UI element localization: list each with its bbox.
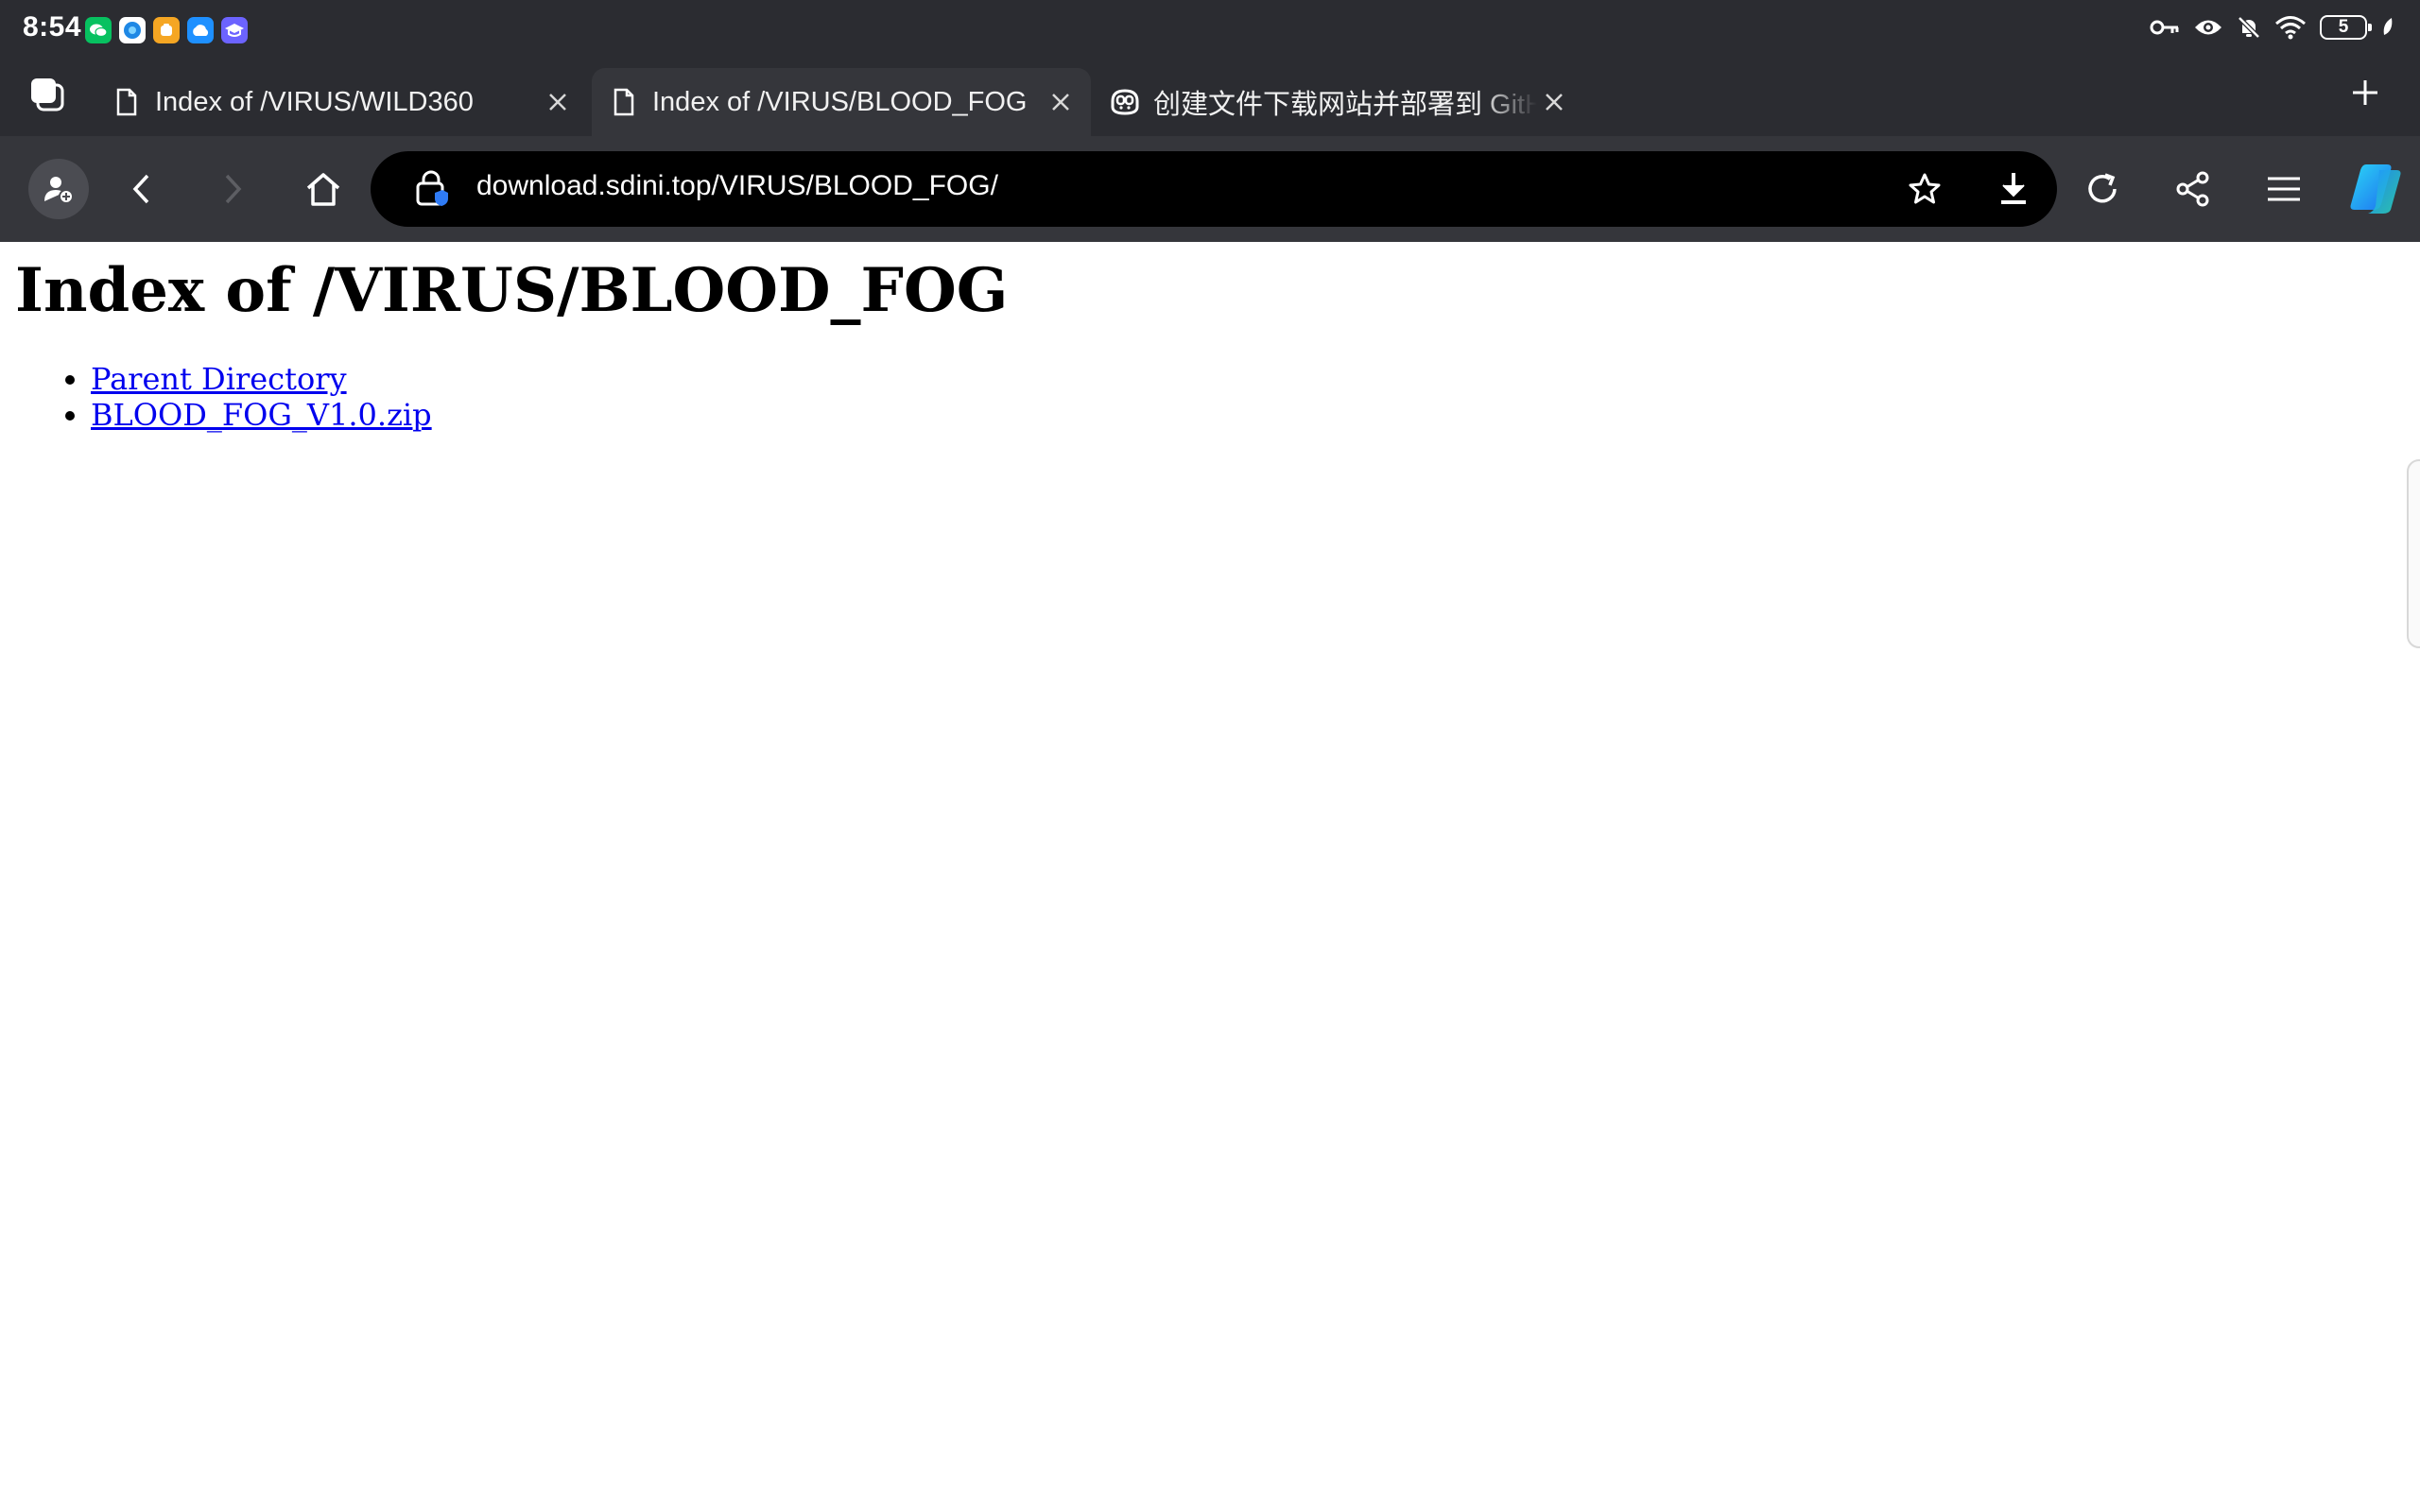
chevron-left-icon [132,174,149,204]
tab-title: 创建文件下载网站并部署到 GitHub [1153,90,1537,120]
tab-title: Index of /VIRUS/BLOOD_FOG [652,86,1028,117]
list-item: BLOOD_FOG_V1.0.zip [91,397,432,433]
mute-bell-icon [2238,16,2260,39]
tab-blood-fog[interactable]: Index of /VIRUS/BLOOD_FOG [592,68,1091,136]
close-icon [1546,94,1563,111]
refresh-icon [2088,173,2117,203]
hamburger-menu-icon [2268,177,2300,201]
new-tab-button[interactable] [2342,70,2388,115]
education-app-icon [221,17,248,43]
eye-comfort-icon [2195,20,2221,35]
browser-toolbar: download.sdini.top/VIRUS/BLOOD_FOG/ [0,136,2420,242]
share-icon [2176,171,2209,207]
tab-title: Index of /VIRUS/WILD360 [155,86,474,117]
star-icon [1909,173,1941,204]
forward-button[interactable] [202,159,263,219]
profile-button[interactable] [28,159,89,219]
status-time: 8:54 [23,11,82,43]
tab-overview-button[interactable] [21,68,74,121]
notification-icons [85,17,248,43]
cloud-app-icon [187,17,214,43]
tab-close-button[interactable] [1042,83,1080,121]
download-icon [2001,173,2026,204]
battery-indicator: 5 [2320,15,2372,40]
status-right-icons: 5 [2150,15,2395,40]
copilot-button[interactable] [2344,159,2405,219]
file-list: Parent Directory BLOOD_FOG_V1.0.zip [0,361,432,433]
copilot-logo-icon [2350,164,2401,214]
close-icon [1052,94,1069,111]
profile-add-icon [44,177,74,204]
parent-directory-link[interactable]: Parent Directory [91,361,347,397]
browser-chrome: 8:54 5 Index of /VIRUS/WILD360 Index of … [0,0,2420,242]
tab-strip: Index of /VIRUS/WILD360 Index of /VIRUS/… [0,66,2420,136]
download-button[interactable] [1985,161,2042,217]
system-status-bar: 8:54 5 [0,0,2420,60]
list-item: Parent Directory [91,361,432,397]
tab-close-button[interactable] [539,83,577,121]
address-bar[interactable]: download.sdini.top/VIRUS/BLOOD_FOG/ [371,151,2057,227]
wechat-icon [85,17,112,43]
site-info-icon[interactable] [410,168,452,210]
vpn-key-icon [2150,20,2179,35]
page-icon [108,83,146,121]
copilot-icon [1106,83,1144,121]
favorite-button[interactable] [1896,161,1953,217]
tab-close-button[interactable] [1535,83,1573,121]
url-text[interactable]: download.sdini.top/VIRUS/BLOOD_FOG/ [476,170,998,202]
charging-leaf-icon [2383,18,2393,35]
share-button[interactable] [2163,159,2223,219]
browser-app-icon [119,17,146,43]
plus-icon [2353,80,2377,105]
home-icon [306,173,340,206]
close-icon [549,94,566,111]
chevron-right-icon [225,174,242,204]
wifi-icon [2275,16,2306,40]
page-content: Index of /VIRUS/BLOOD_FOG Parent Directo… [0,242,2420,1512]
tab-wild360[interactable]: Index of /VIRUS/WILD360 [95,68,588,136]
menu-button[interactable] [2254,159,2314,219]
home-button[interactable] [293,159,354,219]
tab-copilot-chat[interactable]: 创建文件下载网站并部署到 GitHub [1093,68,1584,136]
notes-app-icon [153,17,180,43]
page-title: Index of /VIRUS/BLOOD_FOG [15,255,1009,326]
tab-overview-icon [31,78,64,112]
page-icon [605,83,643,121]
file-link-blood-fog-zip[interactable]: BLOOD_FOG_V1.0.zip [91,397,432,433]
back-button[interactable] [112,159,172,219]
side-panel-handle[interactable] [2407,459,2420,648]
reload-button[interactable] [2072,159,2133,219]
